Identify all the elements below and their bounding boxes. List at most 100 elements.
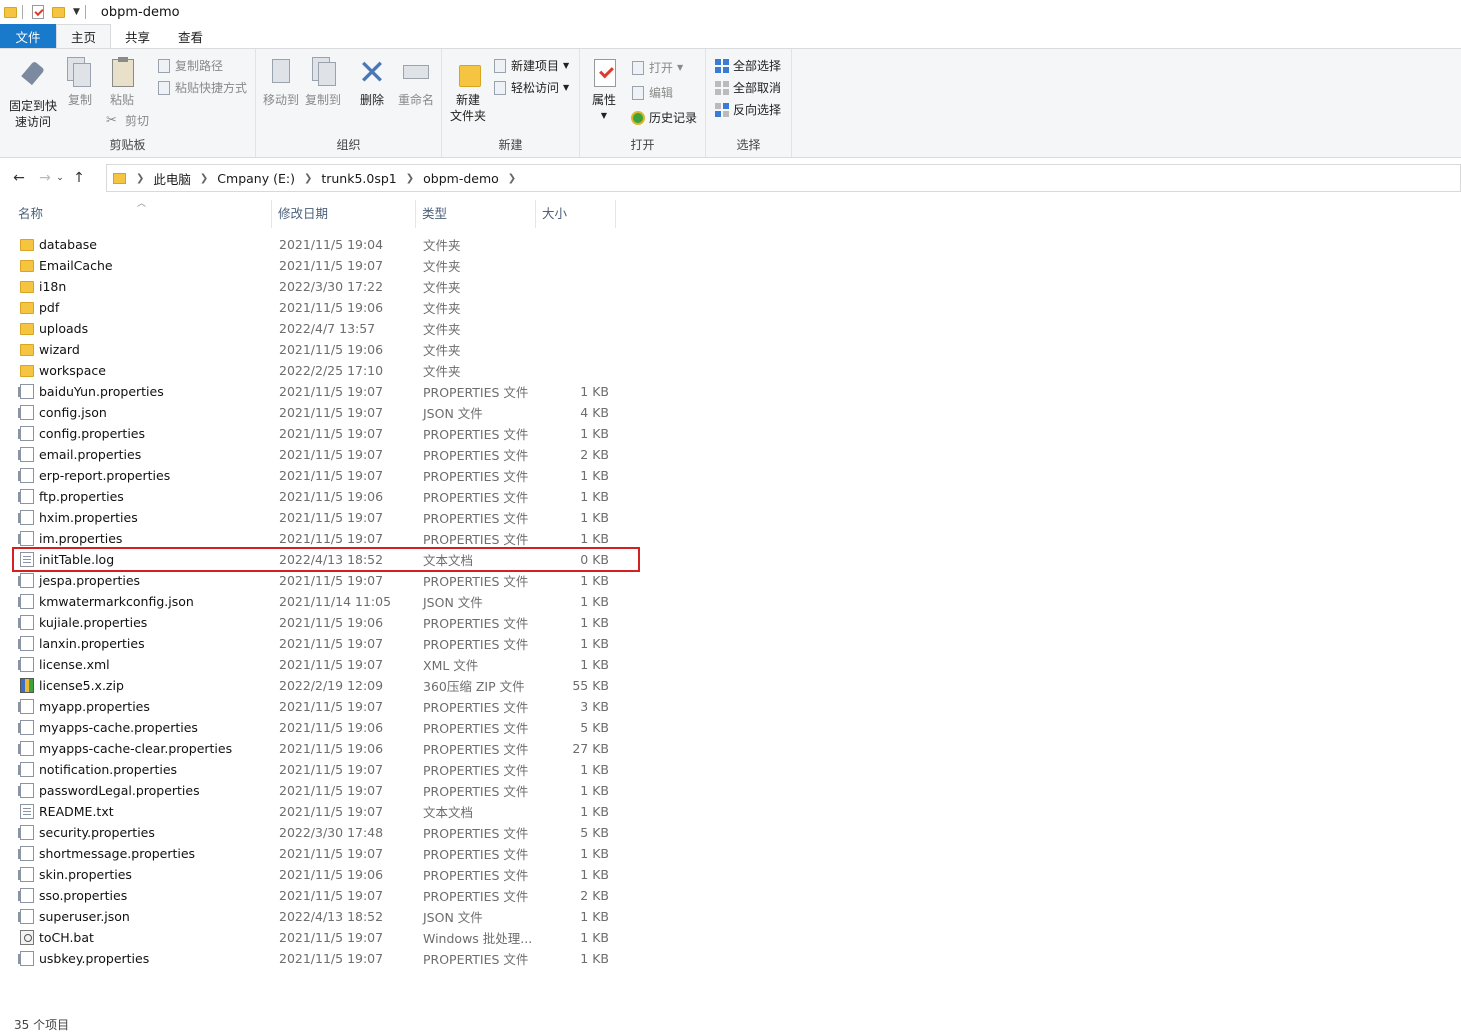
file-row[interactable]: shortmessage.properties 2021/11/5 19:07 PR… [14, 843, 638, 864]
tab-view[interactable]: 查看 [164, 24, 217, 48]
chevron-right-icon[interactable]: ❯ [200, 173, 208, 184]
file-date: 2021/11/5 19:04 [279, 237, 384, 252]
file-row[interactable]: myapps-cache.properties 2021/11/5 19:06 PR… [14, 717, 638, 738]
file-row[interactable]: superuser.json 2022/4/13 18:52 JSON 文件 1 KB [14, 906, 638, 927]
folder-icon [20, 260, 34, 272]
file-icon [18, 846, 34, 861]
file-name: skin.properties [39, 867, 132, 882]
easy-access-icon [494, 80, 506, 95]
file-icon [18, 888, 34, 903]
chevron-right-icon[interactable]: ❯ [136, 173, 144, 184]
file-row[interactable]: usbkey.properties 2021/11/5 19:07 PROPERTI… [14, 948, 638, 969]
file-row[interactable]: license5.x.zip 2022/2/19 12:09 360压缩 ZIP 文… [14, 675, 638, 696]
file-row[interactable]: pdf 2021/11/5 19:06 文件夹 [14, 297, 638, 318]
history-button[interactable]: 历史记录 [630, 109, 697, 126]
breadcrumb-current[interactable]: obpm-demo [423, 171, 499, 186]
file-row[interactable]: passwordLegal.properties 2021/11/5 19:07 P… [14, 780, 638, 801]
pin-quick-access-button[interactable]: 固定到快 速访问 [6, 57, 60, 130]
file-row[interactable]: lanxin.properties 2021/11/5 19:07 PROPERTI… [14, 633, 638, 654]
easy-access-button[interactable]: 轻松访问 ▼ [492, 79, 569, 96]
file-row[interactable]: erp-report.properties 2021/11/5 19:07 PROP… [14, 465, 638, 486]
chevron-right-icon[interactable]: ❯ [304, 173, 312, 184]
file-size: 1 KB [580, 657, 609, 672]
rename-button[interactable]: 重命名 [394, 57, 438, 108]
file-name: security.properties [39, 825, 155, 840]
column-size[interactable]: 大小 [536, 200, 616, 228]
file-date: 2021/11/5 19:07 [279, 762, 384, 777]
file-row[interactable]: kmwatermarkconfig.json 2021/11/14 11:05 JS… [14, 591, 638, 612]
chevron-down-icon[interactable]: ▼ [73, 7, 80, 17]
file-row[interactable]: ftp.properties 2021/11/5 19:06 PROPERTIES … [14, 486, 638, 507]
zip-archive-icon [20, 678, 34, 693]
file-row[interactable]: skin.properties 2021/11/5 19:06 PROPERTIES… [14, 864, 638, 885]
cut-button[interactable]: ✂ 剪切 [106, 112, 149, 129]
invert-selection-button[interactable]: 反向选择 [714, 101, 781, 118]
column-date[interactable]: 修改日期 [272, 200, 416, 228]
status-item-count: 35 个项目 [14, 1018, 70, 1032]
file-row[interactable]: toCH.bat 2021/11/5 19:07 Windows 批处理... 1 K… [14, 927, 638, 948]
file-row[interactable]: myapp.properties 2021/11/5 19:07 PROPERTIE… [14, 696, 638, 717]
file-row[interactable]: email.properties 2021/11/5 19:07 PROPERTIE… [14, 444, 638, 465]
file-row[interactable]: EmailCache 2021/11/5 19:07 文件夹 [14, 255, 638, 276]
chevron-down-icon: ▼ [563, 61, 570, 70]
select-all-icon [715, 58, 729, 73]
properties-quick-icon[interactable] [32, 5, 44, 19]
file-row[interactable]: config.json 2021/11/5 19:07 JSON 文件 4 KB [14, 402, 638, 423]
breadcrumb-this-pc[interactable]: 此电脑 [153, 169, 191, 188]
paste-button[interactable]: 粘贴 [104, 57, 140, 108]
tab-home[interactable]: 主页 [56, 24, 112, 48]
file-row[interactable]: wizard 2021/11/5 19:06 文件夹 [14, 339, 638, 360]
file-date: 2021/11/5 19:07 [279, 888, 384, 903]
file-row[interactable]: uploads 2022/4/7 13:57 文件夹 [14, 318, 638, 339]
open-button[interactable]: 打开 ▼ [630, 59, 683, 76]
file-name: pdf [39, 300, 60, 315]
file-row[interactable]: baiduYun.properties 2021/11/5 19:07 PROPER… [14, 381, 638, 402]
back-arrow-icon[interactable]: ← [10, 170, 28, 186]
new-folder-quick-icon[interactable] [52, 6, 65, 18]
select-none-button[interactable]: 全部取消 [714, 79, 781, 96]
tab-file[interactable]: 文件 [0, 24, 56, 48]
forward-arrow-icon[interactable]: → [36, 170, 54, 186]
file-row[interactable]: notification.properties 2021/11/5 19:07 PR… [14, 759, 638, 780]
column-name[interactable]: 名称 [12, 200, 272, 228]
file-name: wizard [39, 342, 80, 357]
file-row[interactable]: i18n 2022/3/30 17:22 文件夹 [14, 276, 638, 297]
file-row[interactable]: database 2021/11/5 19:04 文件夹 [14, 234, 638, 255]
file-row[interactable]: security.properties 2022/3/30 17:48 PROPER… [14, 822, 638, 843]
copy-to-button[interactable]: 复制到 [302, 57, 344, 108]
file-row[interactable]: config.properties 2021/11/5 19:07 PROPERTI… [14, 423, 638, 444]
delete-button[interactable]: ✕ 删除 [354, 56, 390, 108]
file-row[interactable]: sso.properties 2021/11/5 19:07 PROPERTIES … [14, 885, 638, 906]
breadcrumb-drive[interactable]: Cmpany (E:) [217, 171, 295, 186]
copy-button[interactable]: 复制 [62, 57, 98, 108]
file-row[interactable]: initTable.log 2022/4/13 18:52 文本文档 0 KB [12, 547, 640, 572]
edit-button[interactable]: 编辑 [630, 84, 673, 101]
file-row[interactable]: myapps-cache-clear.properties 2021/11/5 1… [14, 738, 638, 759]
file-row[interactable]: license.xml 2021/11/5 19:07 XML 文件 1 KB [14, 654, 638, 675]
file-date: 2022/4/13 18:52 [279, 909, 384, 924]
copy-path-button[interactable]: 复制路径 [156, 57, 223, 74]
chevron-right-icon[interactable]: ❯ [406, 173, 414, 184]
file-row[interactable]: jespa.properties 2021/11/5 19:07 PROPERTIE… [14, 570, 638, 591]
breadcrumb-trunk[interactable]: trunk5.0sp1 [321, 171, 396, 186]
new-folder-button[interactable]: 新建 文件夹 [446, 57, 490, 124]
paste-shortcut-button[interactable]: 粘贴快捷方式 [156, 79, 247, 96]
select-all-button[interactable]: 全部选择 [714, 57, 781, 74]
column-type[interactable]: 类型 [416, 200, 536, 228]
recent-locations-chevron-icon[interactable]: ⌄ [54, 173, 66, 183]
tab-share[interactable]: 共享 [111, 24, 164, 48]
file-row[interactable]: workspace 2022/2/25 17:10 文件夹 [14, 360, 638, 381]
folder-icon [20, 344, 34, 356]
file-row[interactable]: im.properties 2021/11/5 19:07 PROPERTIES 文… [14, 528, 638, 549]
chevron-right-icon[interactable]: ❯ [508, 173, 516, 184]
file-row[interactable]: README.txt 2021/11/5 19:07 文本文档 1 KB [14, 801, 638, 822]
new-item-button[interactable]: 新建项目 ▼ [492, 57, 569, 74]
file-size: 1 KB [580, 615, 609, 630]
file-date: 2021/11/5 19:06 [279, 720, 384, 735]
file-row[interactable]: hxim.properties 2021/11/5 19:07 PROPERTIES… [14, 507, 638, 528]
file-row[interactable]: kujiale.properties 2021/11/5 19:06 PROPERT… [14, 612, 638, 633]
up-arrow-icon[interactable]: ↑ [70, 170, 88, 186]
move-to-button[interactable]: 移动到 [260, 57, 302, 108]
properties-button[interactable]: 属性 ▼ [586, 57, 622, 124]
address-bar[interactable]: ❯ 此电脑 ❯ Cmpany (E:) ❯ trunk5.0sp1 ❯ obpm… [106, 164, 1461, 192]
